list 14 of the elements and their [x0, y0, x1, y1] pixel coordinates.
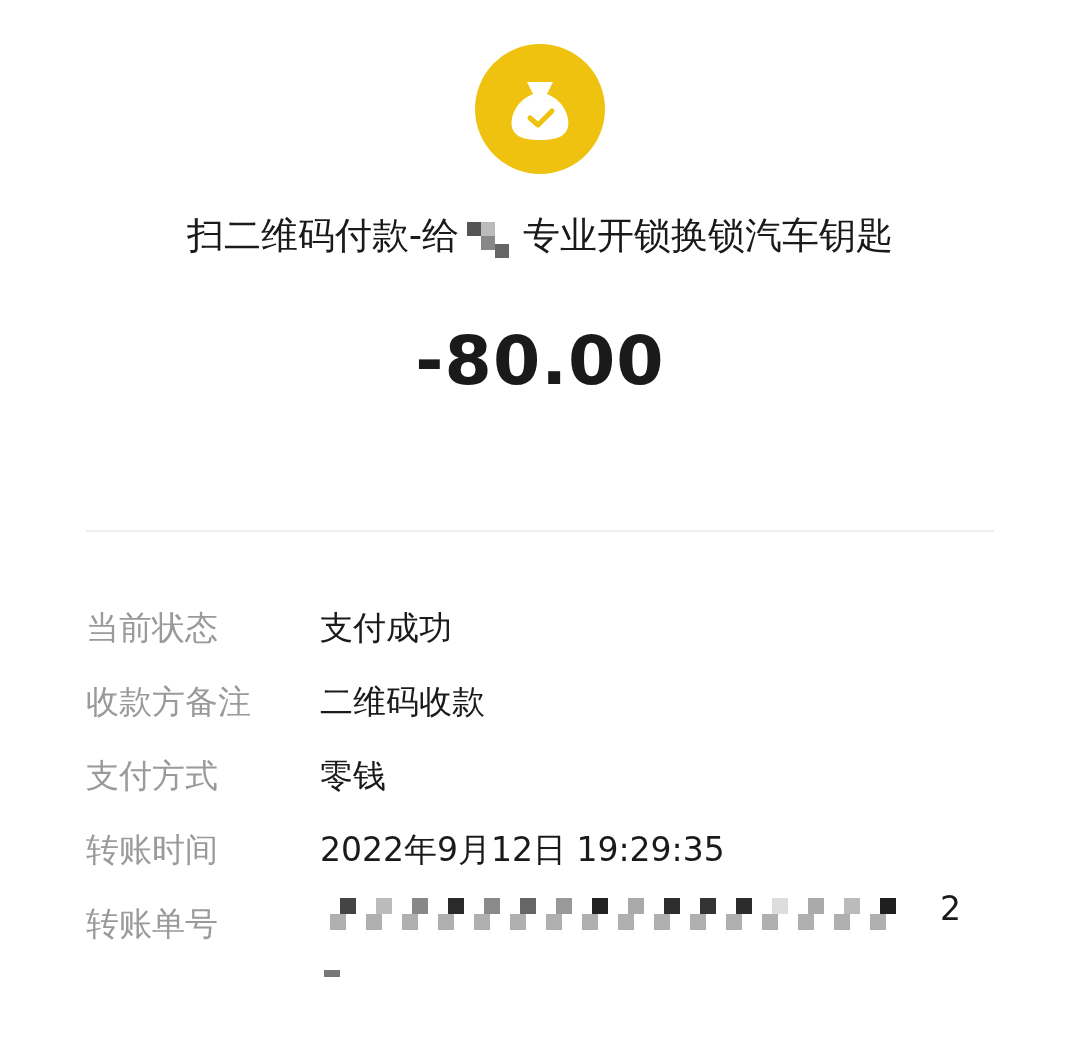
detail-label: 转账单号 [86, 902, 219, 945]
detail-label: 支付方式 [86, 754, 219, 797]
money-bag-check-icon [475, 44, 605, 174]
amount: -80.00 [415, 321, 665, 401]
detail-value: 零钱 [320, 754, 386, 797]
detail-label: 收款方备注 [86, 680, 252, 723]
detail-value: 支付成功 [320, 606, 452, 649]
detail-value: 二维码收款 [320, 680, 485, 723]
payee-name: 专业开锁换锁汽车钥匙 [523, 214, 894, 259]
payment-title: 扫二维码付款-给 [186, 214, 460, 259]
detail-label: 当前状态 [86, 606, 219, 649]
detail-label: 转账时间 [86, 828, 219, 871]
order-number-digit: 2 [940, 888, 961, 931]
detail-value: 2022年9月12日 19:29:35 [320, 828, 725, 871]
